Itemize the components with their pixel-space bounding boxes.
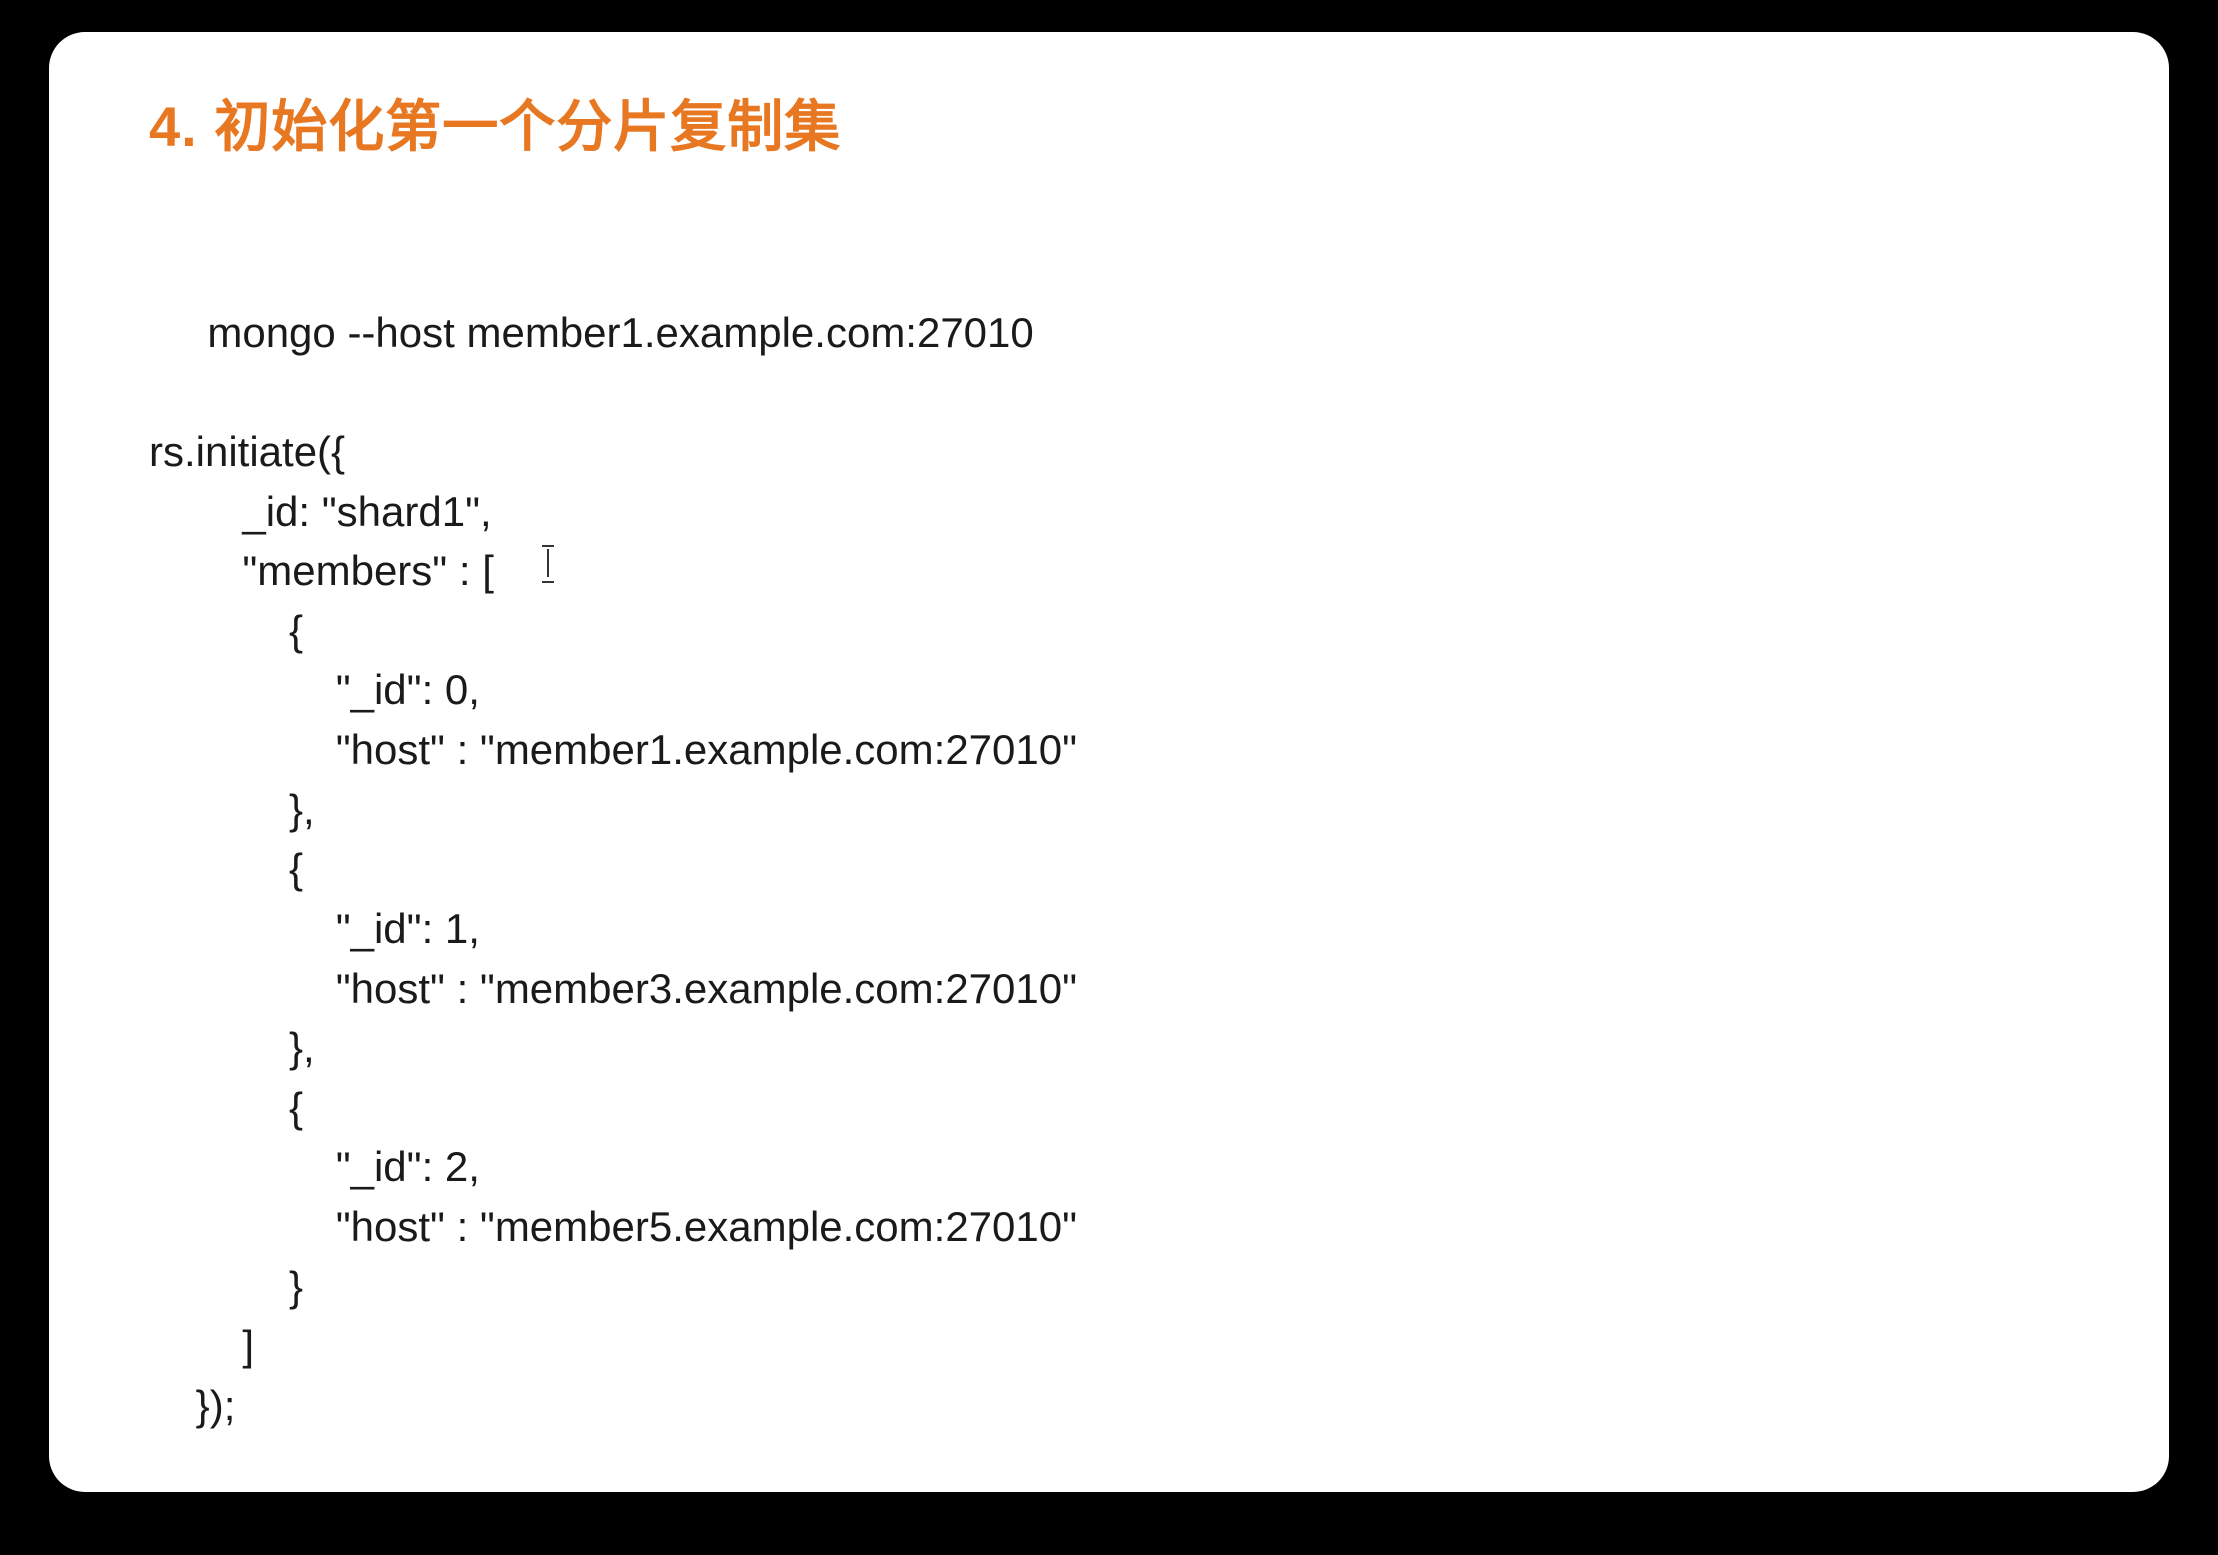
code-text: mongo --host member1.example.com:27010 r… <box>149 309 1077 1429</box>
slide-container: 4. 初始化第一个分片复制集 mongo --host member1.exam… <box>49 32 2169 1492</box>
text-cursor-icon <box>547 545 549 583</box>
slide-title: 4. 初始化第一个分片复制集 <box>149 82 2069 163</box>
code-block: mongo --host member1.example.com:27010 r… <box>149 243 2069 1555</box>
